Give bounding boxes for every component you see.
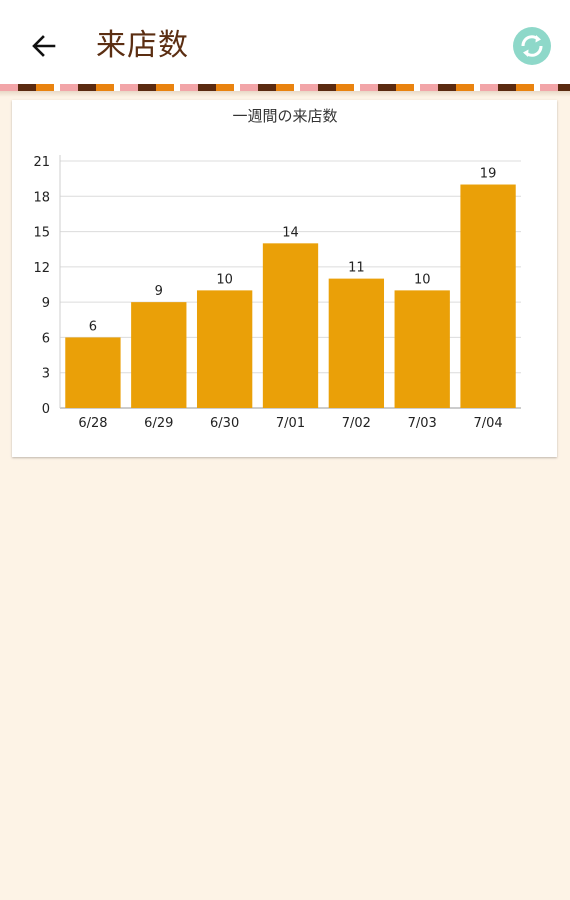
bar (460, 184, 516, 408)
decorative-stripe (0, 84, 570, 91)
y-tick-label: 3 (42, 367, 50, 382)
y-tick-label: 0 (42, 402, 50, 417)
y-tick-label: 21 (33, 155, 50, 170)
app-bar: 来店数 (0, 0, 570, 86)
data-label: 14 (282, 225, 299, 240)
bar (196, 290, 253, 408)
y-tick-label: 18 (33, 190, 50, 205)
chart-card: 一週間の来店数 0 3 6 9 12 15 18 21 6 6/28 9 6/29 10 6/30 14 7/… (12, 100, 557, 457)
data-label: 10 (414, 272, 431, 287)
bar (131, 302, 187, 408)
data-label: 6 (89, 319, 97, 334)
x-tick-label: 7/03 (408, 416, 437, 431)
data-label: 9 (155, 284, 163, 299)
x-tick-label: 6/30 (210, 416, 239, 431)
y-tick-label: 15 (33, 226, 50, 241)
y-tick-label: 6 (42, 331, 50, 346)
y-tick-label: 12 (33, 261, 50, 276)
arrow-left-icon (32, 35, 56, 57)
stripe-shadow (0, 91, 570, 97)
visit-chart: 一週間の来店数 0 3 6 9 12 15 18 21 6 6/28 9 6/29 10 6/30 14 7/… (33, 107, 521, 431)
data-label: 11 (348, 261, 365, 276)
data-label: 10 (216, 272, 233, 287)
x-tick-label: 7/04 (473, 416, 502, 431)
bar (328, 278, 385, 408)
x-tick-label: 6/29 (144, 416, 173, 431)
x-tick-label: 7/01 (276, 416, 305, 431)
bar (65, 337, 121, 408)
bar (262, 243, 319, 408)
refresh-button[interactable] (510, 24, 554, 68)
y-tick-label: 9 (42, 296, 50, 311)
x-tick-label: 7/02 (342, 416, 371, 431)
bar (394, 290, 450, 408)
x-tick-label: 6/28 (78, 416, 107, 431)
refresh-icon (513, 27, 551, 65)
page-title: 来店数 (96, 28, 189, 63)
data-label: 19 (480, 167, 497, 182)
chart-title: 一週間の来店数 (232, 107, 337, 125)
back-button[interactable] (24, 26, 64, 66)
